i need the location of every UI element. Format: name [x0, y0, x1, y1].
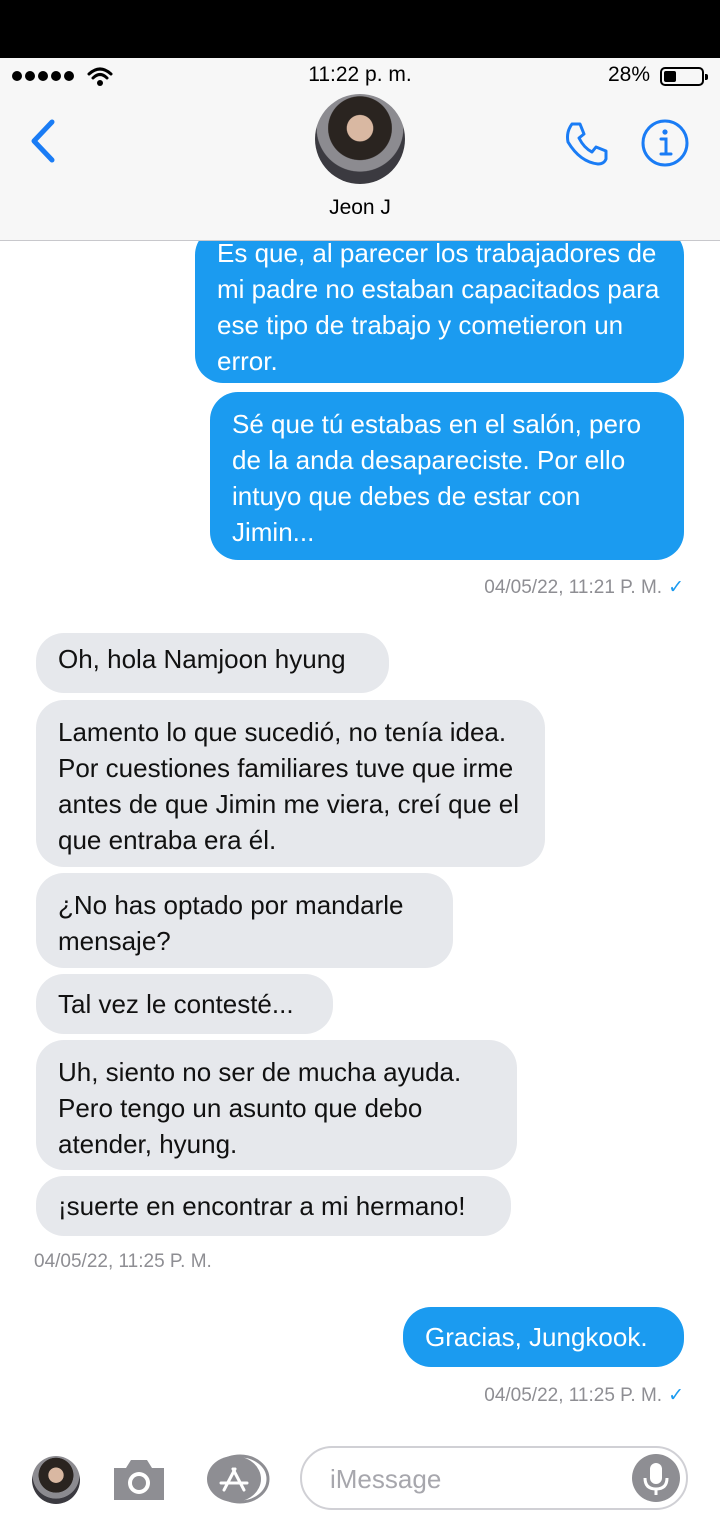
info-icon[interactable]	[640, 118, 690, 168]
phone-icon[interactable]	[560, 118, 612, 170]
message-timestamp: 04/05/22, 11:25 P. M. ✓	[484, 1384, 684, 1407]
received-message-bubble[interactable]: Lamento lo que sucedió, no tenía idea. P…	[36, 700, 545, 867]
message-input-container	[300, 1446, 688, 1510]
status-bar: 11:22 p. m. 28%	[0, 58, 720, 96]
message-timestamp: 04/05/22, 11:21 P. M. ✓	[484, 576, 684, 599]
received-message-bubble[interactable]: Uh, siento no ser de mucha ayuda. Pero t…	[36, 1040, 517, 1170]
memoji-avatar-button[interactable]	[32, 1456, 80, 1504]
top-black-bar	[0, 0, 720, 58]
sent-message-bubble[interactable]: Gracias, Jungkook.	[403, 1307, 684, 1367]
sent-message-bubble[interactable]: Sé que tú estabas en el salón, pero de l…	[210, 392, 684, 560]
contact-avatar[interactable]	[315, 94, 405, 184]
delivered-check-icon: ✓	[668, 577, 684, 598]
imessage-input[interactable]	[328, 1458, 622, 1500]
camera-icon[interactable]	[110, 1456, 168, 1504]
timestamp-text: 04/05/22, 11:25 P. M.	[484, 1385, 663, 1406]
delivered-check-icon: ✓	[668, 1385, 684, 1406]
battery-percent: 28%	[607, 63, 650, 86]
message-composer	[0, 1432, 720, 1520]
app-store-icon[interactable]	[204, 1454, 270, 1504]
message-thread[interactable]: Es que, al parecer los trabajadores de m…	[0, 241, 720, 1431]
message-timestamp: 04/05/22, 11:25 P. M.	[34, 1251, 212, 1272]
received-message-bubble[interactable]: Tal vez le contesté...	[36, 974, 333, 1034]
received-message-bubble[interactable]: Oh, hola Namjoon hyung	[36, 633, 389, 693]
timestamp-text: 04/05/22, 11:21 P. M.	[484, 577, 663, 598]
microphone-icon[interactable]	[632, 1454, 680, 1502]
received-message-bubble[interactable]: ¿No has optado por mandarle mensaje?	[36, 873, 453, 968]
chevron-left-icon[interactable]	[26, 118, 62, 164]
received-message-bubble[interactable]: ¡suerte en encontrar a mi hermano!	[36, 1176, 511, 1236]
sent-message-bubble[interactable]: Es que, al parecer los trabajadores de m…	[195, 241, 684, 383]
contact-name[interactable]: Jeon J	[0, 196, 720, 220]
battery-icon	[660, 67, 708, 86]
conversation-header: 11:22 p. m. 28% Jeon J	[0, 58, 720, 241]
